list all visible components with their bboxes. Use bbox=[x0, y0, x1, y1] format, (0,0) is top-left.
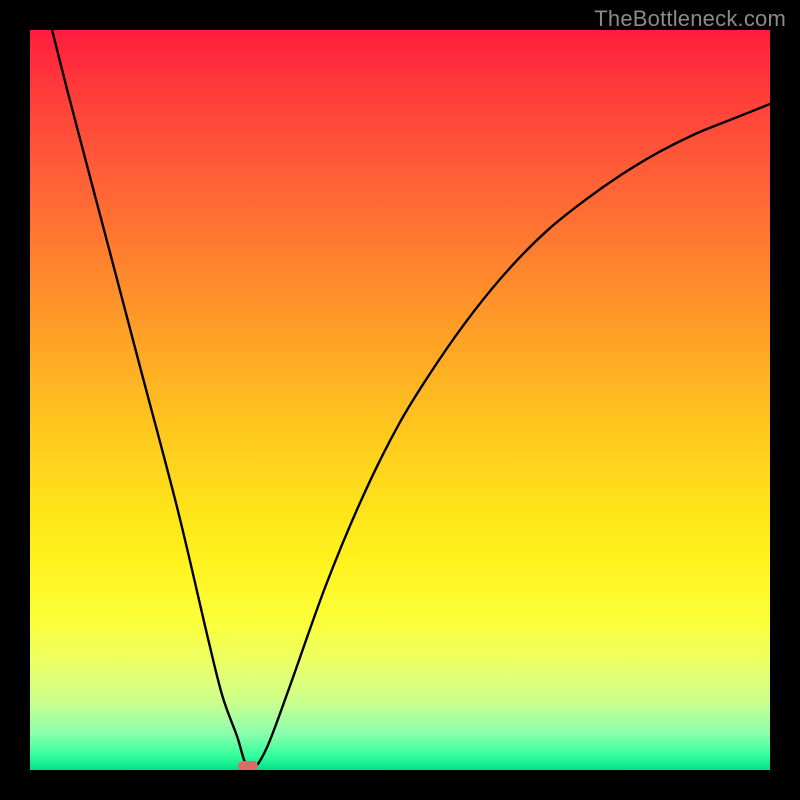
curve-svg bbox=[30, 30, 770, 770]
watermark-text: TheBottleneck.com bbox=[594, 6, 786, 32]
optimal-marker bbox=[238, 761, 258, 770]
plot-area bbox=[30, 30, 770, 770]
chart-frame: TheBottleneck.com bbox=[0, 0, 800, 800]
bottleneck-curve bbox=[30, 30, 770, 770]
